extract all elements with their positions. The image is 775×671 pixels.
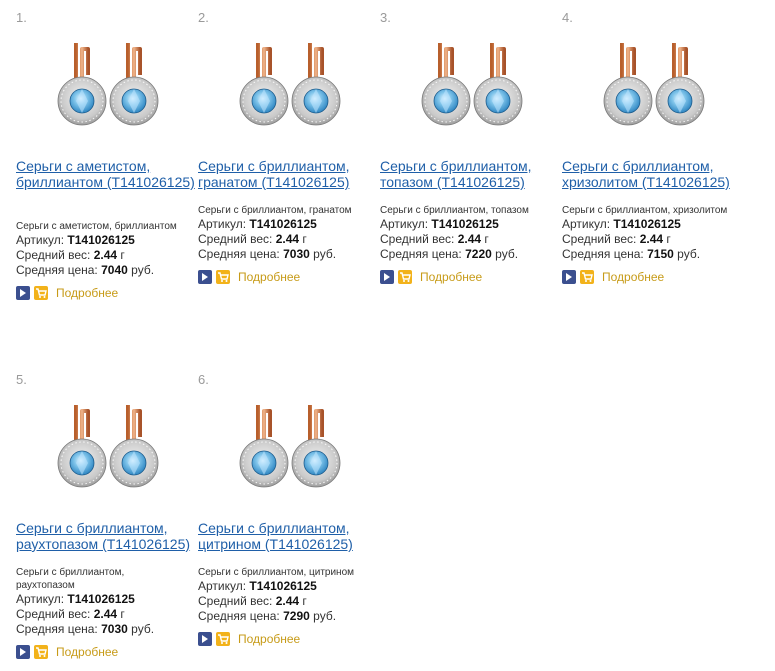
product-info: Серьги с аметистом, бриллиантом Артикул:…	[16, 220, 206, 301]
more-link[interactable]: Подробнее	[238, 270, 300, 284]
price-value: 7150	[647, 247, 674, 261]
weight-line: Средний вес: 2.44 г	[380, 232, 489, 246]
product-description: Серьги с аметистом, бриллиантом	[16, 221, 177, 232]
cart-icon[interactable]	[580, 270, 594, 284]
product-number: 1.	[16, 10, 27, 25]
more-link[interactable]: Подробнее	[420, 270, 482, 284]
price-value: 7030	[101, 622, 128, 636]
cart-icon[interactable]	[216, 632, 230, 646]
card-actions: Подробнее	[198, 631, 388, 647]
product-description: Серьги с бриллиантом, гранатом	[198, 205, 352, 216]
article-value: Т141026125	[249, 579, 317, 593]
product-title-link[interactable]: Серьги с бриллиантом, раухтопазом (Т1410…	[16, 520, 198, 552]
arrow-right-icon[interactable]	[380, 270, 394, 284]
product-title-link[interactable]: Серьги с бриллиантом, хризолитом (Т14102…	[562, 158, 744, 190]
arrow-right-icon[interactable]	[16, 286, 30, 300]
article-line: Артикул: Т141026125	[380, 217, 499, 231]
card-actions: Подробнее	[16, 644, 206, 660]
price-line: Средняя цена: 7030 руб.	[198, 247, 337, 261]
weight-line: Средний вес: 2.44 г	[16, 248, 125, 262]
arrow-right-icon[interactable]	[198, 632, 212, 646]
weight-value: 2.44	[93, 248, 118, 262]
product-info: Серьги с бриллиантом, гранатом Артикул: …	[198, 204, 388, 285]
arrow-right-icon[interactable]	[562, 270, 576, 284]
product-number: 5.	[16, 372, 27, 387]
more-link[interactable]: Подробнее	[602, 270, 664, 284]
article-value: Т141026125	[67, 233, 135, 247]
earrings-image[interactable]	[42, 396, 172, 496]
product-number: 3.	[380, 10, 391, 25]
product-info: Серьги с бриллиантом, топазом Артикул: Т…	[380, 204, 570, 285]
article-line: Артикул: Т141026125	[16, 592, 135, 606]
weight-value: 2.44	[93, 607, 118, 621]
price-value: 7040	[101, 263, 128, 277]
arrow-right-icon[interactable]	[16, 645, 30, 659]
product-info: Серьги с бриллиантом, цитрином Артикул: …	[198, 566, 388, 647]
product-title-link[interactable]: Серьги с аметистом, бриллиантом (Т141026…	[16, 158, 198, 190]
cart-icon[interactable]	[34, 286, 48, 300]
more-link[interactable]: Подробнее	[238, 632, 300, 646]
card-actions: Подробнее	[16, 285, 206, 301]
card-actions: Подробнее	[198, 269, 388, 285]
earrings-image[interactable]	[588, 34, 718, 134]
product-info: Серьги с бриллиантом, раухтопазом Артику…	[16, 566, 206, 660]
more-link[interactable]: Подробнее	[56, 286, 118, 300]
article-value: Т141026125	[431, 217, 499, 231]
price-line: Средняя цена: 7150 руб.	[562, 247, 701, 261]
cart-icon[interactable]	[34, 645, 48, 659]
card-actions: Подробнее	[380, 269, 570, 285]
cart-icon[interactable]	[216, 270, 230, 284]
product-title-link[interactable]: Серьги с бриллиантом, цитрином (Т1410261…	[198, 520, 380, 552]
price-value: 7290	[283, 609, 310, 623]
product-title-link[interactable]: Серьги с бриллиантом, гранатом (Т1410261…	[198, 158, 380, 190]
article-line: Артикул: Т141026125	[198, 217, 317, 231]
weight-line: Средний вес: 2.44 г	[198, 594, 307, 608]
card-actions: Подробнее	[562, 269, 752, 285]
weight-line: Средний вес: 2.44 г	[198, 232, 307, 246]
earrings-image[interactable]	[224, 34, 354, 134]
weight-value: 2.44	[457, 232, 482, 246]
price-line: Средняя цена: 7040 руб.	[16, 263, 155, 277]
price-value: 7220	[465, 247, 492, 261]
weight-value: 2.44	[639, 232, 664, 246]
arrow-right-icon[interactable]	[198, 270, 212, 284]
product-description: Серьги с бриллиантом, цитрином	[198, 567, 355, 578]
product-title-link[interactable]: Серьги с бриллиантом, топазом (Т14102612…	[380, 158, 562, 190]
article-line: Артикул: Т141026125	[562, 217, 681, 231]
article-line: Артикул: Т141026125	[198, 579, 317, 593]
earrings-image[interactable]	[406, 34, 536, 134]
article-value: Т141026125	[249, 217, 317, 231]
article-value: Т141026125	[67, 592, 135, 606]
earrings-image[interactable]	[224, 396, 354, 496]
product-number: 6.	[198, 372, 209, 387]
weight-line: Средний вес: 2.44 г	[16, 607, 125, 621]
weight-line: Средний вес: 2.44 г	[562, 232, 671, 246]
more-link[interactable]: Подробнее	[56, 645, 118, 659]
price-value: 7030	[283, 247, 310, 261]
cart-icon[interactable]	[398, 270, 412, 284]
product-description: Серьги с бриллиантом, раухтопазом	[16, 567, 125, 591]
price-line: Средняя цена: 7220 руб.	[380, 247, 519, 261]
product-info: Серьги с бриллиантом, хризолитом Артикул…	[562, 204, 752, 285]
weight-value: 2.44	[275, 232, 300, 246]
article-line: Артикул: Т141026125	[16, 233, 135, 247]
price-line: Средняя цена: 7030 руб.	[16, 622, 155, 636]
article-value: Т141026125	[613, 217, 681, 231]
product-description: Серьги с бриллиантом, топазом	[380, 205, 529, 216]
product-number: 2.	[198, 10, 209, 25]
product-description: Серьги с бриллиантом, хризолитом	[562, 205, 728, 216]
product-number: 4.	[562, 10, 573, 25]
price-line: Средняя цена: 7290 руб.	[198, 609, 337, 623]
earrings-image[interactable]	[42, 34, 172, 134]
weight-value: 2.44	[275, 594, 300, 608]
